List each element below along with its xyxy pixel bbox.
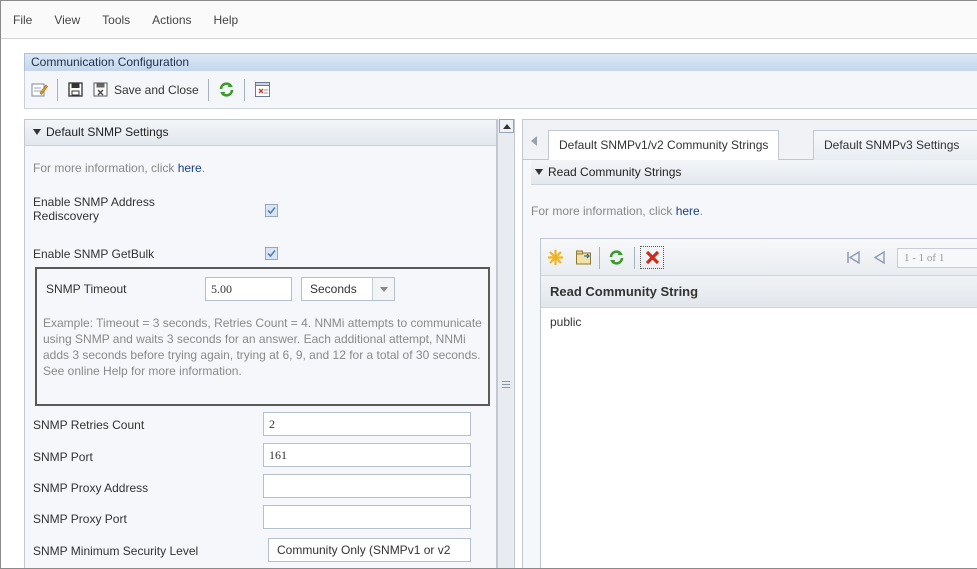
getbulk-label: Enable SNMP GetBulk bbox=[33, 247, 155, 261]
info-prefix: For more information, click bbox=[33, 161, 178, 175]
info-text: For more information, click here. bbox=[531, 204, 703, 218]
toolbar-separator bbox=[207, 78, 209, 101]
menu-file[interactable]: File bbox=[13, 13, 32, 27]
port-row: SNMP Port bbox=[33, 450, 93, 464]
info-prefix: For more information, click bbox=[531, 204, 676, 218]
toolbar-separator bbox=[57, 78, 58, 101]
timeout-unit-select[interactable]: Seconds bbox=[301, 277, 395, 301]
refresh-icon[interactable] bbox=[608, 249, 625, 266]
pane-splitter[interactable] bbox=[497, 119, 515, 568]
rediscovery-label-line2: Rediscovery bbox=[33, 209, 100, 223]
port-label: SNMP Port bbox=[33, 450, 93, 464]
proxy-address-input[interactable] bbox=[263, 474, 471, 498]
rediscovery-label-line1: Enable SNMP Address bbox=[33, 195, 155, 209]
proxy-port-label: SNMP Proxy Port bbox=[33, 512, 127, 526]
proxy-port-row: SNMP Proxy Port bbox=[33, 512, 127, 526]
scroll-up-button[interactable] bbox=[499, 119, 514, 133]
default-snmp-settings-panel: Default SNMP Settings For more informati… bbox=[24, 119, 497, 568]
read-community-section-header[interactable]: Read Community Strings bbox=[531, 160, 977, 185]
timeout-example-text: Example: Timeout = 3 seconds, Retries Co… bbox=[43, 316, 482, 378]
snmp-timeout-group: SNMP Timeout 5.00 Seconds Example: Timeo… bbox=[35, 267, 490, 406]
info-suffix: . bbox=[699, 204, 704, 218]
timeout-label: SNMP Timeout bbox=[46, 282, 127, 296]
table-row[interactable]: public bbox=[541, 308, 977, 329]
edit-icon bbox=[31, 81, 48, 98]
timeout-input[interactable]: 5.00 bbox=[205, 277, 292, 301]
section-header[interactable]: Default SNMP Settings bbox=[25, 120, 496, 146]
menu-tools[interactable]: Tools bbox=[102, 13, 130, 27]
previous-page-icon[interactable] bbox=[871, 249, 888, 266]
menu-help[interactable]: Help bbox=[214, 13, 239, 27]
first-page-icon[interactable] bbox=[845, 249, 862, 266]
toolbar-separator bbox=[243, 78, 245, 101]
properties-button[interactable] bbox=[250, 78, 275, 102]
info-suffix: . bbox=[201, 161, 206, 175]
save-and-close-label: Save and Close bbox=[114, 82, 199, 97]
save-icon bbox=[67, 81, 84, 98]
collapse-triangle-icon[interactable] bbox=[535, 169, 543, 175]
retries-label: SNMP Retries Count bbox=[33, 418, 145, 432]
info-text: For more information, click here. bbox=[25, 146, 496, 186]
help-link[interactable]: here bbox=[178, 161, 202, 175]
retries-input[interactable]: 2 bbox=[263, 412, 471, 436]
timeout-unit-value: Seconds bbox=[310, 282, 357, 296]
menu-view[interactable]: View bbox=[54, 13, 80, 27]
refresh-icon bbox=[218, 81, 235, 98]
app-window: File View Tools Actions Help Communicati… bbox=[0, 0, 977, 569]
tab-scroll-left-icon[interactable] bbox=[531, 136, 537, 146]
proxy-port-input[interactable] bbox=[263, 505, 471, 529]
tab-snmpv3-settings[interactable]: Default SNMPv3 Settings bbox=[813, 130, 977, 160]
collapse-triangle-icon[interactable] bbox=[33, 129, 41, 135]
menu-bar: File View Tools Actions Help bbox=[1, 1, 977, 39]
delete-button[interactable] bbox=[640, 246, 664, 269]
proxy-address-row: SNMP Proxy Address bbox=[33, 481, 148, 495]
open-icon[interactable] bbox=[575, 249, 592, 266]
table-toolbar: 1 - 1 of 1 bbox=[541, 239, 977, 276]
toolbar-separator bbox=[599, 247, 600, 269]
community-strings-panel: Default SNMPv1/v2 Community Strings Defa… bbox=[522, 119, 977, 568]
new-star-icon[interactable] bbox=[547, 249, 564, 266]
save-button[interactable] bbox=[63, 78, 88, 102]
menu-actions[interactable]: Actions bbox=[152, 13, 191, 27]
section-title: Read Community Strings bbox=[548, 165, 682, 179]
getbulk-checkbox[interactable] bbox=[265, 247, 278, 260]
column-header-read-community-string[interactable]: Read Community String bbox=[541, 276, 977, 308]
port-input[interactable]: 161 bbox=[263, 443, 471, 467]
help-link[interactable]: here bbox=[676, 204, 700, 218]
tab-strip: Default SNMPv1/v2 Community Strings Defa… bbox=[523, 120, 977, 161]
page-indicator[interactable]: 1 - 1 of 1 bbox=[897, 248, 977, 268]
refresh-button[interactable] bbox=[214, 78, 239, 102]
proxy-address-label: SNMP Proxy Address bbox=[33, 481, 149, 495]
splitter-grip-icon[interactable] bbox=[502, 381, 510, 390]
form-title: Communication Configuration bbox=[24, 53, 977, 71]
section-title: Default SNMP Settings bbox=[46, 125, 169, 139]
min-security-select[interactable]: Community Only (SNMPv1 or v2 bbox=[268, 538, 471, 562]
tab-snmpv1-v2-community-strings[interactable]: Default SNMPv1/v2 Community Strings bbox=[548, 130, 780, 161]
min-security-row: SNMP Minimum Security Level bbox=[33, 544, 198, 558]
read-community-table: 1 - 1 of 1 Read Community String public bbox=[540, 238, 977, 568]
delete-icon bbox=[644, 249, 661, 266]
min-security-label: SNMP Minimum Security Level bbox=[33, 544, 199, 558]
rediscovery-label: Enable SNMP Address Rediscovery bbox=[33, 195, 155, 223]
properties-icon bbox=[254, 81, 271, 98]
chevron-down-icon[interactable] bbox=[372, 278, 394, 300]
retries-row: SNMP Retries Count bbox=[33, 418, 144, 432]
form-toolbar: Save and Close bbox=[24, 71, 977, 109]
save-and-close-button[interactable]: Save and Close bbox=[88, 78, 203, 102]
getbulk-row: Enable SNMP GetBulk bbox=[33, 247, 154, 261]
rediscovery-checkbox[interactable] bbox=[265, 204, 278, 217]
toolbar-separator bbox=[634, 247, 635, 269]
edit-button[interactable] bbox=[27, 78, 52, 102]
chevron-up-icon bbox=[502, 123, 511, 129]
save-close-icon bbox=[92, 81, 109, 98]
